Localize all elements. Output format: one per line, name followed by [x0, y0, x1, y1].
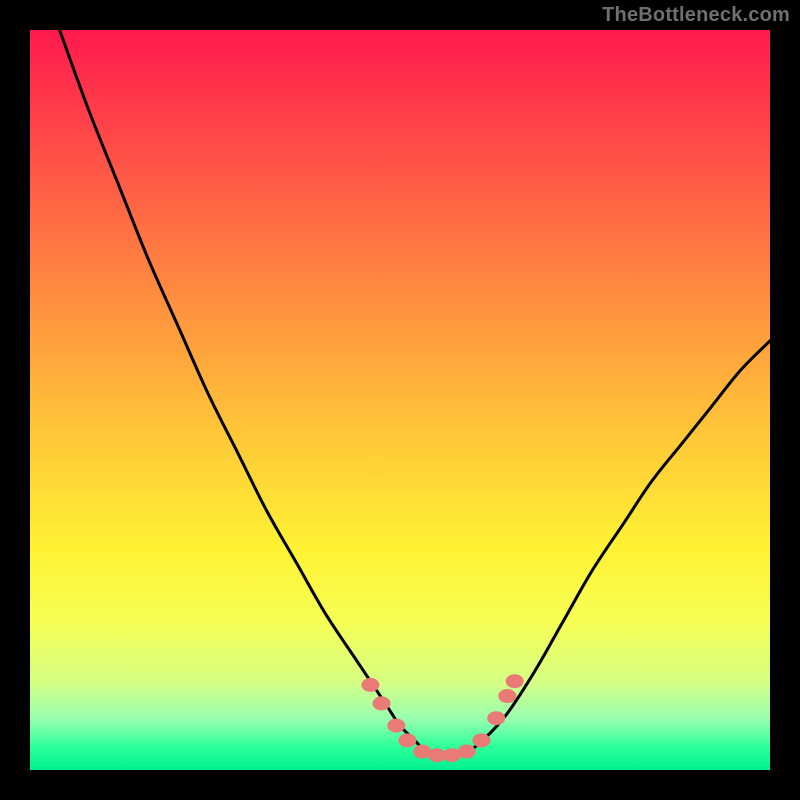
- watermark-text: TheBottleneck.com: [602, 4, 790, 27]
- curve-marker: [487, 711, 505, 725]
- marker-group: [361, 674, 523, 762]
- curve-marker: [373, 696, 391, 710]
- curve-marker: [387, 719, 405, 733]
- bottleneck-curve: [60, 30, 770, 756]
- chart-svg: [30, 30, 770, 770]
- curve-marker: [498, 689, 516, 703]
- chart-frame: TheBottleneck.com: [0, 0, 800, 800]
- curve-marker: [361, 678, 379, 692]
- curve-marker: [472, 733, 490, 747]
- curve-marker: [458, 745, 476, 759]
- curve-marker: [506, 674, 524, 688]
- curve-marker: [398, 733, 416, 747]
- plot-area: [30, 30, 770, 770]
